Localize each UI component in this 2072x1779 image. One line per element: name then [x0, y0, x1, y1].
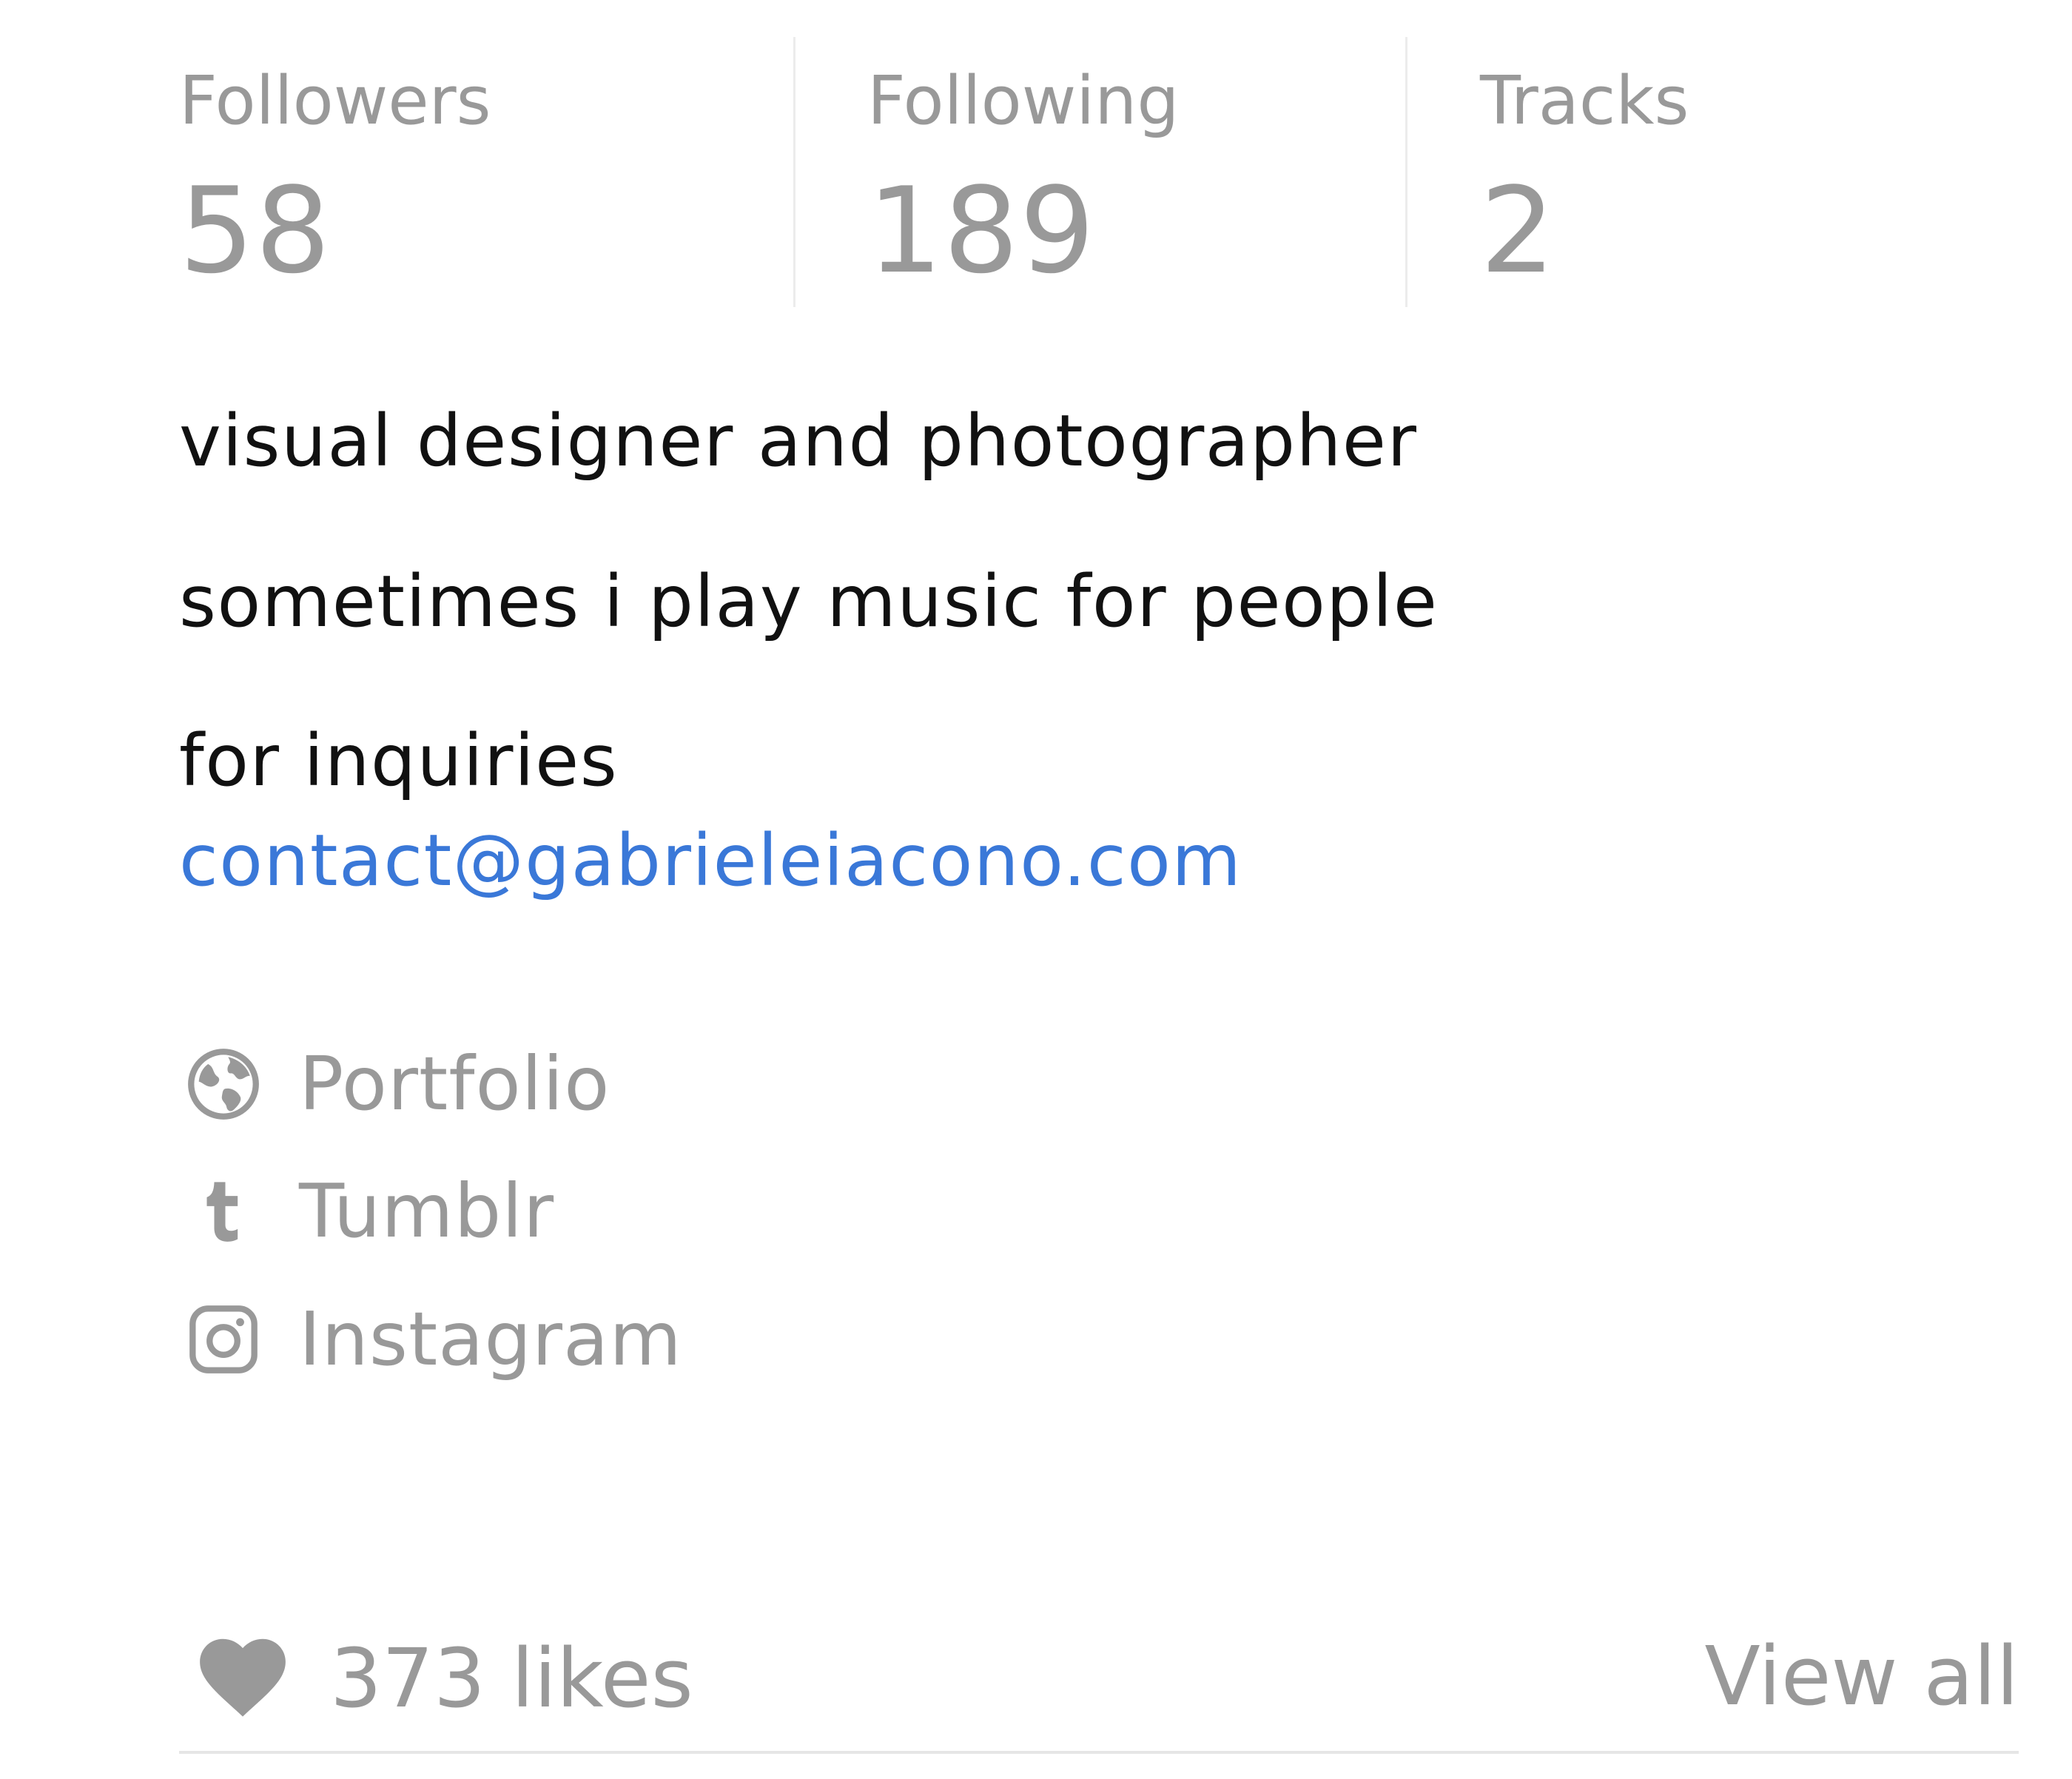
stat-value: 58	[179, 161, 332, 300]
likes-count: 373 likes	[330, 1631, 693, 1726]
stat-label: Followers	[179, 62, 491, 140]
stat-value: 2	[1480, 161, 1556, 300]
stat-label: Following	[867, 62, 1180, 140]
profile-stats: Followers 58 Following 189 Tracks 2	[179, 37, 2019, 307]
bio-line-3: for inquiries	[179, 719, 619, 802]
stat-divider	[1405, 37, 1407, 307]
bio-line-1: visual designer and photographer	[179, 400, 1418, 482]
link-portfolio[interactable]: Portfolio	[184, 1040, 924, 1129]
link-instagram[interactable]: Instagram	[184, 1295, 924, 1384]
link-tumblr[interactable]: Tumblr	[184, 1167, 924, 1256]
divider	[179, 1751, 2019, 1754]
view-all-link[interactable]: View all	[1704, 1635, 2019, 1717]
stat-value: 189	[867, 161, 1096, 300]
stat-label: Tracks	[1480, 62, 1689, 140]
globe-icon	[184, 1044, 263, 1124]
bio-line-2: sometimes i play music for people	[179, 560, 1439, 643]
stat-following[interactable]: Following 189	[867, 37, 1459, 307]
tumblr-icon	[184, 1171, 263, 1251]
link-label: Tumblr	[299, 1168, 555, 1254]
likes-header: 373 likes View all	[179, 1621, 2019, 1754]
stat-tracks[interactable]: Tracks 2	[1480, 37, 1998, 307]
likes-summary[interactable]: 373 likes	[197, 1634, 693, 1723]
stat-divider	[793, 37, 796, 307]
heart-icon	[197, 1638, 289, 1719]
link-label: Portfolio	[299, 1040, 610, 1127]
email-link[interactable]: contact@gabrieleiacono.com	[179, 825, 1242, 896]
instagram-icon	[184, 1299, 263, 1379]
link-label: Instagram	[299, 1296, 682, 1382]
stat-followers[interactable]: Followers 58	[179, 37, 793, 307]
